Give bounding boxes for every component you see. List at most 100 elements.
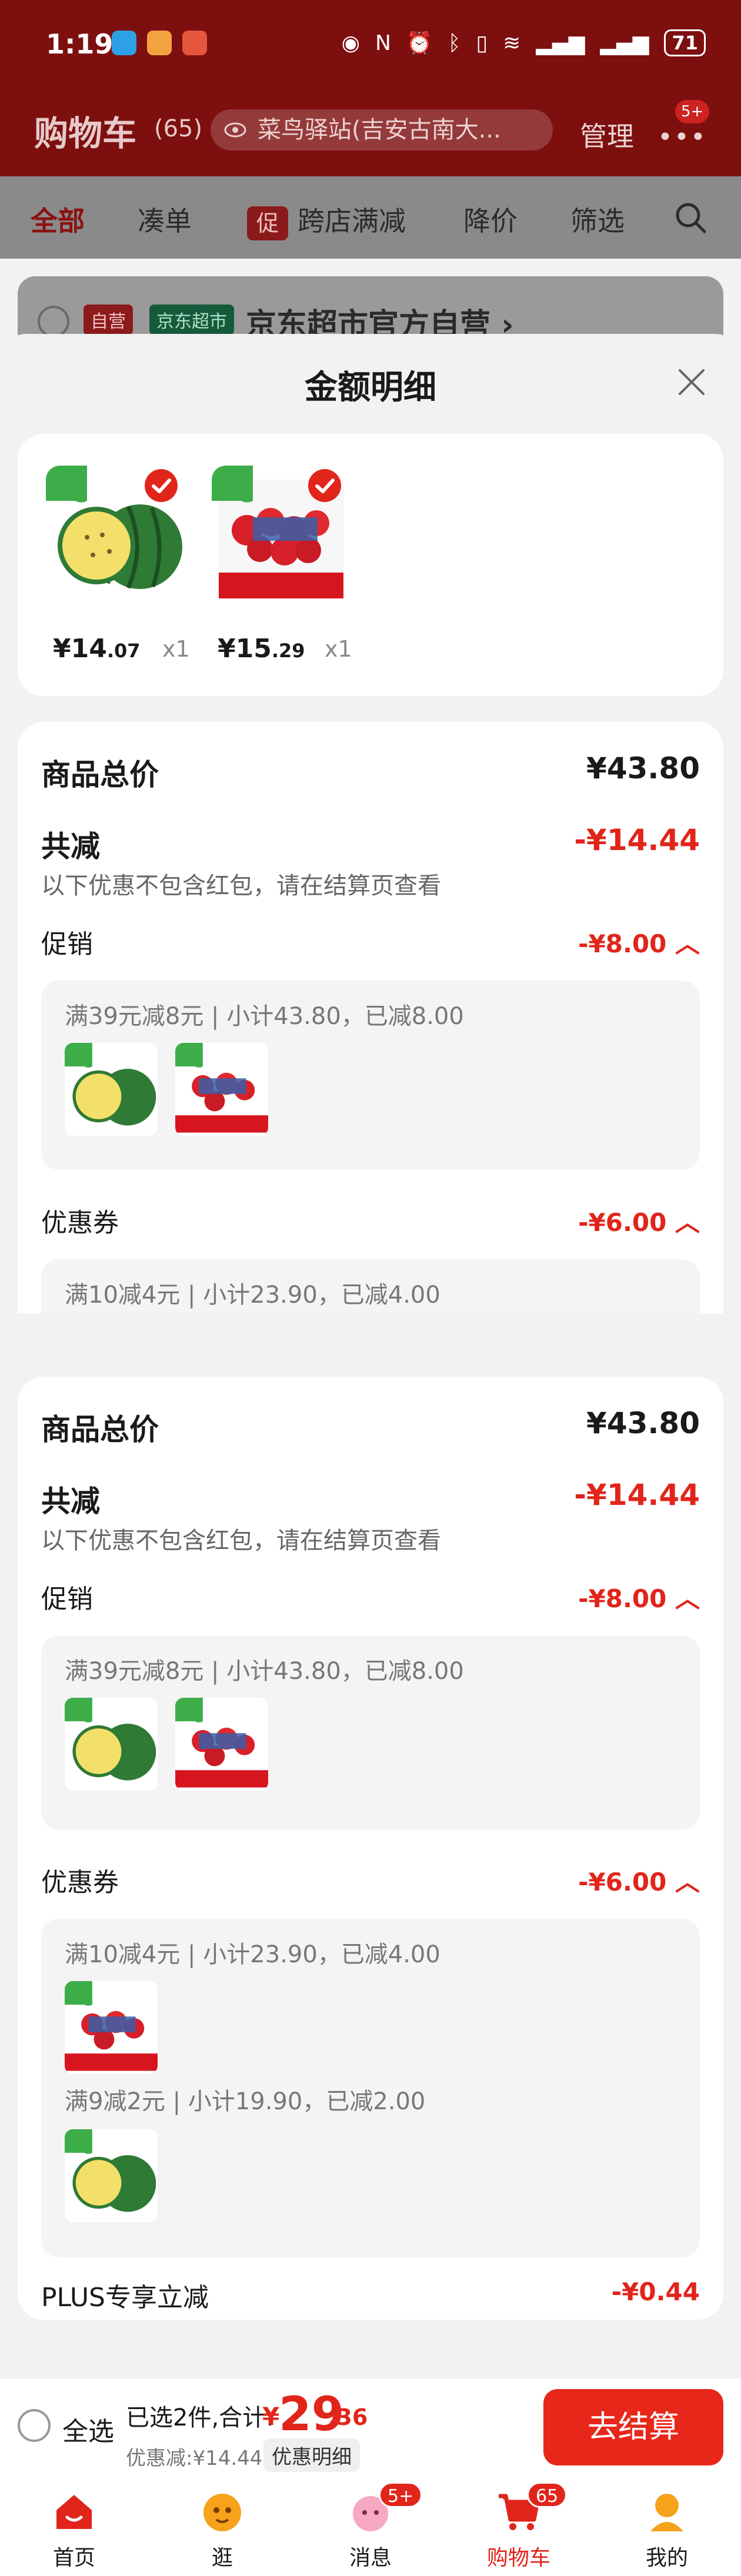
bottom-navigation: 首页 逛 5+ 消息 65 购物车 我的	[0, 2478, 741, 2576]
nav-profile[interactable]: 我的	[602, 2478, 732, 2576]
nav-cart[interactable]: 65 购物车	[454, 2478, 583, 2576]
alarm-icon: ⏰	[406, 31, 433, 55]
product-price: ¥14.07	[53, 634, 141, 664]
self-operated-tag: 自营	[84, 305, 133, 335]
status-bar: 1:19 ◉ N ⏰ ᛒ ▯ ≋ ▂▄▆ ▂▄▆ 71	[0, 0, 741, 88]
total-currency: ¥	[262, 2402, 280, 2431]
total-amount-decimal: .36	[328, 2404, 368, 2430]
tab-all[interactable]: 全部	[31, 200, 85, 239]
battery-indicator: 71	[664, 29, 706, 56]
store-select-radio[interactable]	[38, 306, 69, 337]
promotion-toggle[interactable]: -¥8.00 ︿	[578, 924, 700, 960]
messages-badge: 5+	[379, 2482, 423, 2508]
chevron-up-icon: ︿	[675, 1868, 700, 1896]
price-summary-card: 商品总价 ¥43.80 共减 -¥14.44 以下优惠不包含红包，请在结算页查看…	[18, 722, 723, 1313]
coupon-toggle[interactable]: -¥6.00 ︿	[578, 1203, 700, 1239]
tab-price-drop[interactable]: 降价	[463, 200, 518, 239]
vibrate-icon: ▯	[476, 31, 488, 55]
promo-icon: 促	[247, 206, 288, 240]
signal-icon: ▂▄▆	[536, 31, 585, 55]
location-eye-icon	[224, 122, 246, 138]
tab-combine[interactable]: 凑单	[138, 200, 192, 239]
status-app-icons	[112, 31, 207, 55]
coupon-product-watermelon	[65, 2129, 158, 2222]
total-reduce-value: -¥14.44	[574, 1478, 700, 1512]
chevron-up-icon: ︿	[675, 929, 700, 958]
nav-label: 消息	[349, 2546, 392, 2570]
signal-icon: ▂▄▆	[600, 31, 649, 55]
product-selected-check-icon[interactable]	[308, 469, 341, 502]
close-icon[interactable]	[674, 364, 709, 400]
coupon-toggle[interactable]: -¥6.00 ︿	[578, 1862, 700, 1898]
bluetooth-icon: ᛒ	[448, 31, 461, 55]
wifi-icon: ≋	[503, 31, 521, 55]
promotion-toggle[interactable]: -¥8.00 ︿	[578, 1579, 700, 1615]
sheet-title: 金额明细	[305, 369, 436, 407]
notification-app-icon	[182, 31, 207, 55]
coupon-product-tomato	[65, 1981, 158, 2074]
more-menu-icon[interactable]: •••	[657, 122, 707, 152]
product-price: ¥15.29	[218, 634, 305, 664]
promo-product-watermelon	[65, 1043, 158, 1136]
promotion-detail-box: 满39元减8元 | 小计43.80，已减8.00	[41, 1635, 700, 1829]
home-icon	[56, 2495, 92, 2529]
promo-product-watermelon	[65, 1698, 158, 1791]
chevron-up-icon: ︿	[675, 1584, 700, 1613]
eye-icon: ◉	[341, 31, 360, 55]
tab-cross-store-discount[interactable]: 促跨店满减	[247, 200, 406, 240]
status-icons: ◉ N ⏰ ᛒ ▯ ≋ ▂▄▆ ▂▄▆ 71	[342, 29, 706, 56]
total-price-value: ¥43.80	[586, 751, 700, 785]
discount-detail-button[interactable]: 优惠明细	[263, 2438, 360, 2472]
selected-products-card: ¥14.07 x1 ¥15.29 x1	[18, 434, 723, 696]
total-price-label: 商品总价	[41, 758, 159, 792]
nav-browse[interactable]: 逛	[158, 2478, 287, 2576]
coupon-detail-box: 满10减4元 | 小计23.90，已减4.00	[41, 1259, 700, 1313]
discount-amount: 优惠减:¥14.44	[126, 2447, 263, 2470]
price-summary-card-expanded: 商品总价 ¥43.80 共减 -¥14.44 以下优惠不包含红包，请在结算页查看…	[18, 1377, 723, 2320]
coupon-rule: 满10减4元 | 小计23.90，已减4.00	[65, 1282, 440, 1309]
coupon-label: 优惠券	[41, 1208, 119, 1238]
discount-note: 以下优惠不包含红包，请在结算页查看	[41, 1527, 441, 1554]
notification-app-icon	[147, 31, 172, 55]
product-selected-check-icon[interactable]	[145, 469, 178, 502]
nav-messages[interactable]: 5+ 消息	[306, 2478, 435, 2576]
coupon-rule: 满9减2元 | 小计19.90，已减2.00	[65, 2088, 426, 2115]
price-detail-sheet: 金额明细 ¥14.07 x1 ¥15.29 x1 商品总价 ¥43.80 共减 …	[0, 334, 741, 2377]
cart-title: 购物车	[34, 113, 137, 153]
address-selector[interactable]: 菜鸟驿站(吉安古南大...	[211, 109, 553, 150]
nav-label: 购物车	[486, 2546, 550, 2570]
nav-label: 我的	[645, 2546, 688, 2570]
coupon-label: 优惠券	[41, 1868, 119, 1898]
manage-button[interactable]: 管理	[580, 115, 634, 154]
browse-mascot-icon	[203, 2494, 241, 2531]
total-reduce-value: -¥14.44	[574, 823, 700, 857]
more-badge: 5+	[675, 100, 710, 123]
cart-badge: 65	[527, 2482, 568, 2508]
plus-discount-value: -¥0.44	[611, 2277, 700, 2306]
search-icon[interactable]	[673, 200, 708, 235]
promotion-rule: 满39元减8元 | 小计43.80，已减8.00	[65, 1658, 464, 1685]
tab-label: 跨店满减	[298, 205, 406, 237]
product-quantity: x1	[162, 636, 190, 662]
cart-count: (65)	[154, 115, 203, 142]
select-all-radio[interactable]	[18, 2409, 51, 2442]
nfc-icon: N	[375, 31, 391, 55]
jd-supermarket-tag: 京东超市	[149, 305, 234, 335]
address-text: 菜鸟驿站(吉安古南大...	[258, 116, 501, 143]
promotion-rule: 满39元减8元 | 小计43.80，已减8.00	[65, 1003, 464, 1030]
notification-app-icon	[112, 31, 136, 55]
filter-tabs: 全部 凑单 促跨店满减 降价 筛选	[0, 176, 741, 259]
coupon-detail-box: 满10减4元 | 小计23.90，已减4.00 满9减2元 | 小计19.90，…	[41, 1919, 700, 2257]
nav-label: 首页	[52, 2546, 95, 2570]
promo-product-tomato	[175, 1043, 268, 1136]
nav-home[interactable]: 首页	[9, 2478, 139, 2576]
product-quantity: x1	[325, 636, 352, 662]
selected-summary: 已选2件,合计:	[126, 2404, 274, 2431]
status-time: 1:19	[46, 28, 114, 60]
checkout-button[interactable]: 去结算	[543, 2389, 723, 2465]
tab-filter[interactable]: 筛选	[570, 200, 625, 239]
select-all-label[interactable]: 全选	[62, 2410, 114, 2448]
coupon-rule: 满10减4元 | 小计23.90，已减4.00	[65, 1941, 440, 1968]
cart-header: 购物车 (65) 菜鸟驿站(吉安古南大... 管理 ••• 5+	[0, 94, 741, 165]
promotion-detail-box: 满39元减8元 | 小计43.80，已减8.00	[41, 981, 700, 1170]
